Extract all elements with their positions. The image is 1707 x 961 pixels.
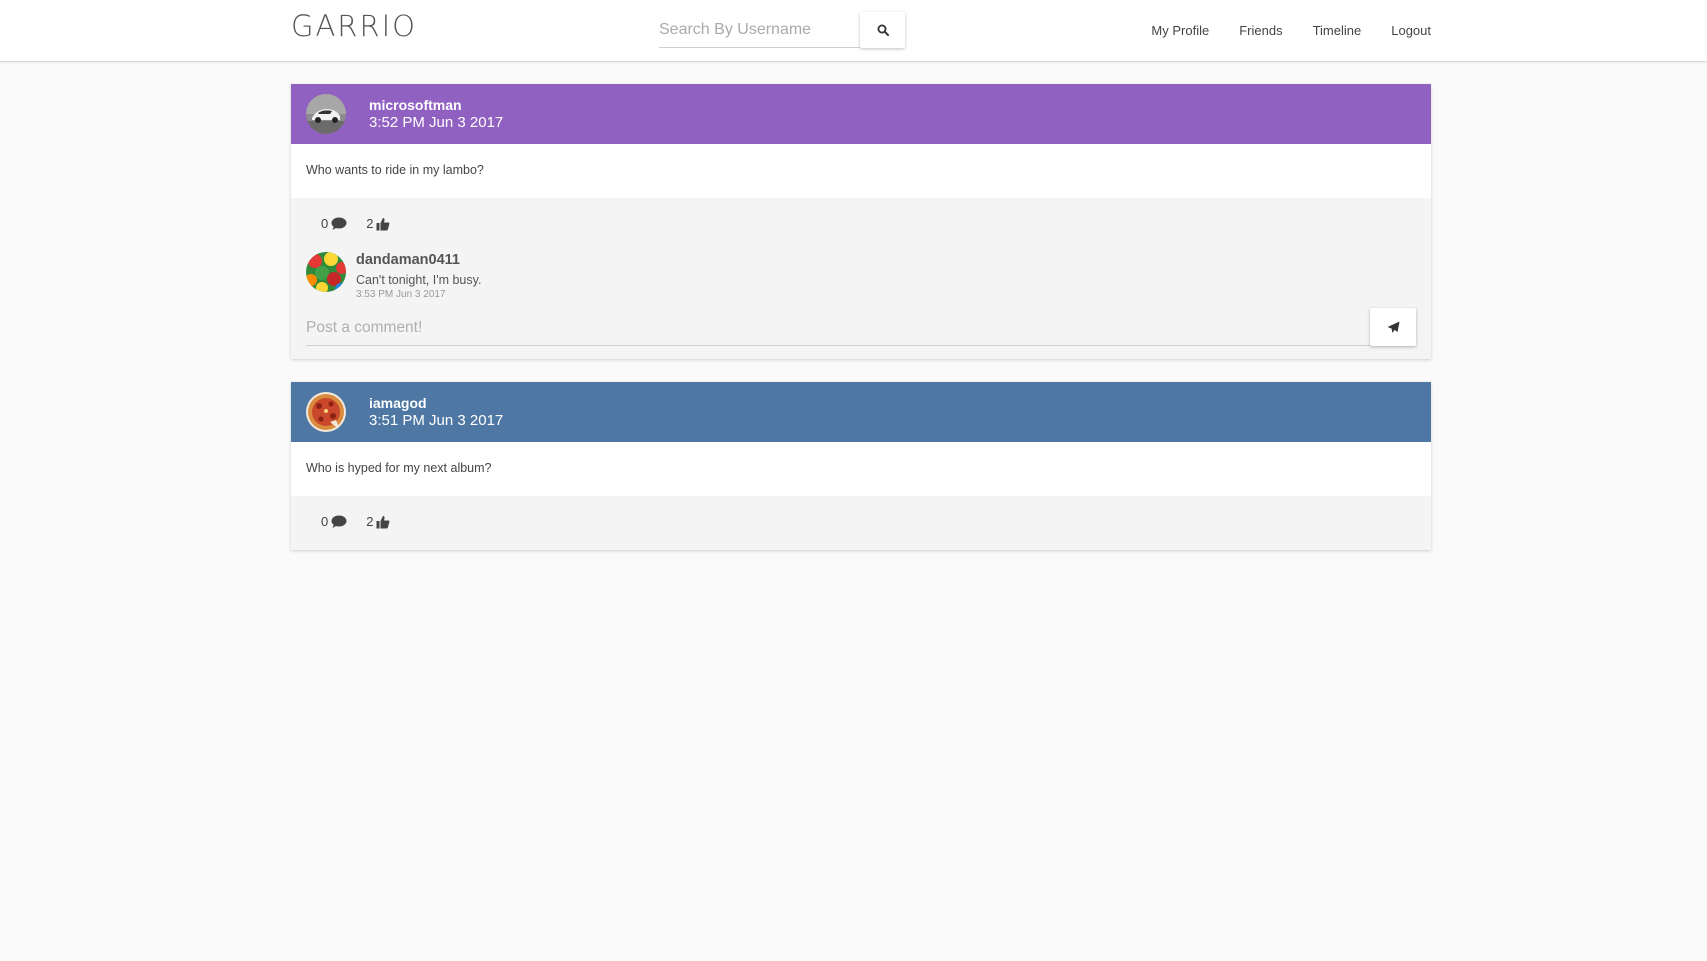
post-footer: 0 2 [291,198,1431,359]
search-icon [877,24,889,36]
like-count: 2 [366,514,374,529]
post-username[interactable]: iamagod [369,395,427,411]
search-button[interactable] [860,12,905,48]
comment-form [306,308,1416,346]
comment-timestamp: 3:53 PM Jun 3 2017 [356,289,446,300]
post-stats: 0 2 [321,216,409,231]
post-text: Who is hyped for my next album? [306,461,492,475]
comment-count-button[interactable]: 0 [321,514,347,529]
car-avatar[interactable] [306,94,346,134]
comment-item: dandaman0411 Can't tonight, I'm busy. 3:… [306,252,806,300]
post-timestamp: 3:51 PM Jun 3 2017 [369,412,504,429]
post-timestamp: 3:52 PM Jun 3 2017 [369,114,504,131]
comment-username[interactable]: dandaman0411 [356,252,460,268]
comment-text: Can't tonight, I'm busy. [356,273,482,287]
post-card: iamagod 3:51 PM Jun 3 2017 Who is hyped … [291,382,1431,550]
like-count-button[interactable]: 2 [366,216,390,231]
nav-logout[interactable]: Logout [1391,23,1431,38]
comment-icon [331,515,347,528]
comment-count: 0 [321,216,329,231]
post-card: microsoftman 3:52 PM Jun 3 2017 Who want… [291,84,1431,359]
gummy-bears-avatar[interactable] [306,252,346,292]
thumbs-up-icon [376,515,390,528]
post-footer: 0 2 [291,496,1431,550]
comment-input[interactable] [306,308,1374,346]
paper-plane-icon [1387,321,1399,333]
post-stats: 0 2 [321,514,409,529]
pizza-avatar[interactable] [306,392,346,432]
post-header: microsoftman 3:52 PM Jun 3 2017 [291,84,1431,144]
comment-icon [331,217,347,230]
brand-logo[interactable]: GARRIO [291,9,417,43]
comment-count-button[interactable]: 0 [321,216,347,231]
post-username[interactable]: microsoftman [369,97,462,113]
thumbs-up-icon [376,217,390,230]
top-navbar: GARRIO My Profile Friends Timeline Logou… [0,0,1707,62]
like-count-button[interactable]: 2 [366,514,390,529]
nav-my-profile[interactable]: My Profile [1151,23,1209,38]
post-header: iamagod 3:51 PM Jun 3 2017 [291,382,1431,442]
post-text: Who wants to ride in my lambo? [306,163,484,177]
search-input[interactable] [659,12,860,48]
nav-timeline[interactable]: Timeline [1313,23,1362,38]
nav-friends[interactable]: Friends [1239,23,1282,38]
comment-count: 0 [321,514,329,529]
nav-links: My Profile Friends Timeline Logout [1151,0,1431,60]
like-count: 2 [366,216,374,231]
send-comment-button[interactable] [1370,308,1416,346]
